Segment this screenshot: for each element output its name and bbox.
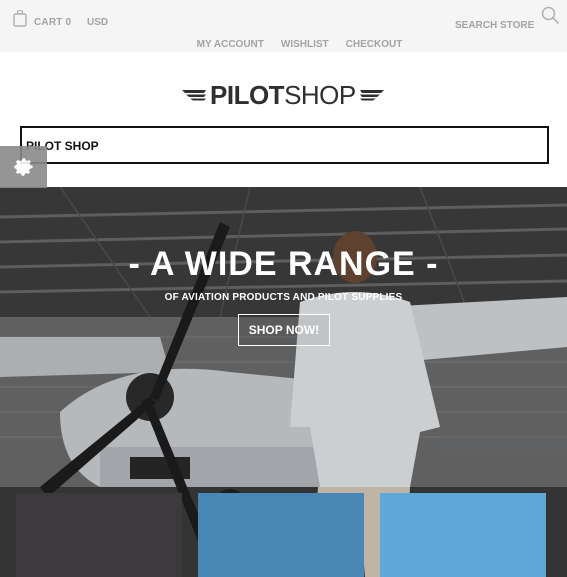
search-icon[interactable] [541, 6, 559, 24]
search-store-link[interactable]: SEARCH STORE [455, 20, 534, 31]
shopping-bag-icon[interactable] [13, 10, 27, 27]
site-logo[interactable]: PILOTSHOP [182, 80, 388, 110]
category-tile-3[interactable] [380, 493, 546, 577]
category-tile-2[interactable] [198, 493, 364, 577]
hero-subtitle: OF AVIATION PRODUCTS AND PILOT SUPPLIES [164, 292, 403, 303]
left-wing-icon [182, 90, 206, 101]
currency-selector[interactable]: USD [87, 17, 108, 28]
cart-link[interactable]: CART 0 [34, 17, 71, 28]
settings-tab[interactable] [0, 146, 47, 188]
logo-text-bold: PILOT [210, 80, 285, 110]
wishlist-link[interactable]: WISHLIST [281, 39, 329, 50]
hero-title: - A WIDE RANGE - [128, 245, 439, 283]
checkout-link[interactable]: CHECKOUT [346, 39, 403, 50]
category-tile-1[interactable] [16, 493, 182, 577]
store-select-dropdown[interactable]: PILOT SHOP [20, 126, 549, 164]
my-account-link[interactable]: MY ACCOUNT [197, 39, 264, 50]
page: CART 0 USD SEARCH STORE MY ACCOUNT WISHL… [0, 0, 567, 577]
logo-text: PILOTSHOP [210, 80, 356, 110]
gear-icon [13, 158, 33, 176]
shop-now-button[interactable]: SHOP NOW! [238, 314, 330, 346]
account-nav: MY ACCOUNT WISHLIST CHECKOUT [0, 39, 567, 50]
top-utility-bar: CART 0 USD SEARCH STORE MY ACCOUNT WISHL… [0, 0, 567, 52]
logo-text-light: SHOP [284, 80, 356, 110]
right-wing-icon [359, 90, 384, 101]
